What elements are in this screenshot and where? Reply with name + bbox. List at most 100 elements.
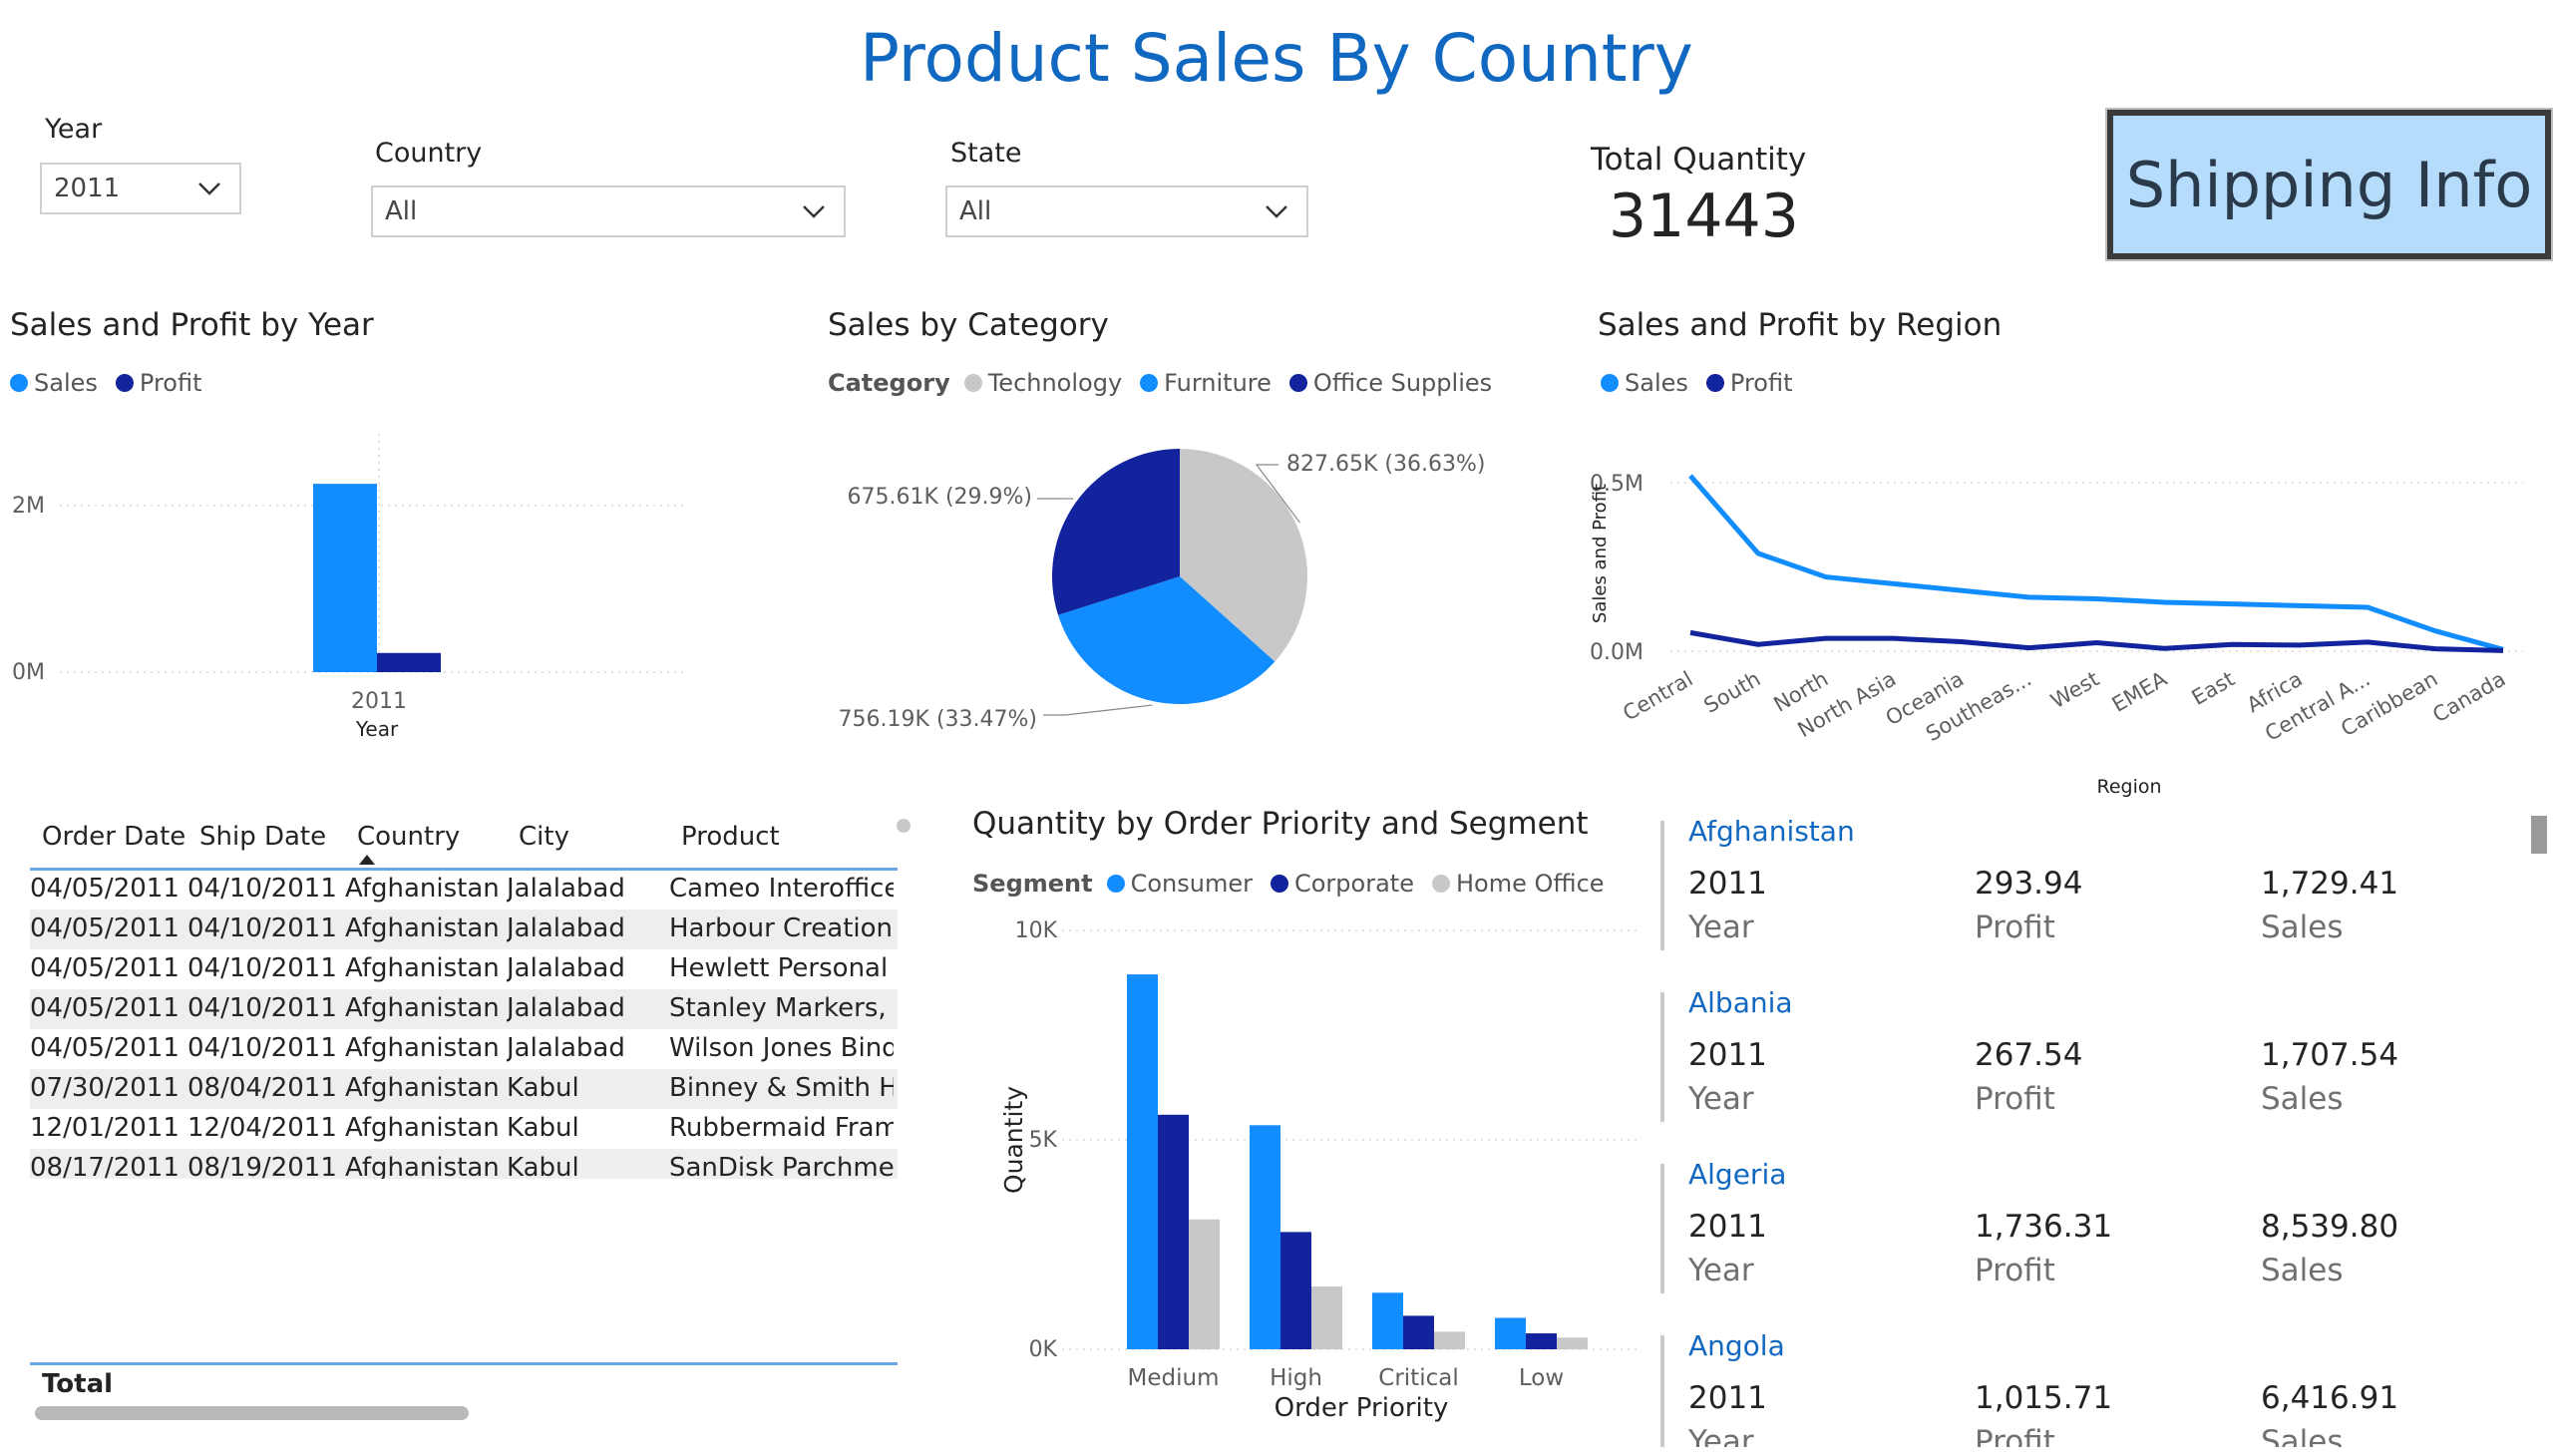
- card-year-value: 2011: [1688, 866, 1767, 902]
- table-cell: Kabul: [507, 1153, 579, 1179]
- table-horizontal-scrollbar[interactable]: [35, 1406, 469, 1420]
- bar-corporate[interactable]: [1526, 1333, 1557, 1349]
- sales-legend-dot: [10, 374, 28, 392]
- card-accent-bar: [1660, 1164, 1664, 1293]
- table-row[interactable]: 12/01/2011 12/04/2011 Afghanistan Kabul Rubb…: [30, 1109, 898, 1149]
- column-header-ship-date[interactable]: Ship Date: [199, 822, 326, 852]
- line-sales[interactable]: [1688, 474, 2504, 652]
- table-row[interactable]: 04/05/2011 04/10/2011 Afghanistan Jalalabad…: [30, 989, 898, 1029]
- legend-item-profit[interactable]: Profit: [115, 369, 202, 397]
- table-cell: 08/04/2011: [187, 1073, 337, 1103]
- table-scroll-indicator[interactable]: [897, 819, 911, 833]
- table-total-row: Total: [30, 1362, 898, 1399]
- card-year-value: 2011: [1688, 1380, 1767, 1416]
- table-row[interactable]: 04/05/2011 04/10/2011 Afghanistan Jalalabad…: [30, 1029, 898, 1069]
- legend-item-furniture[interactable]: Furniture: [1140, 369, 1272, 397]
- bar-profit[interactable]: [377, 652, 441, 672]
- year-dropdown[interactable]: 2011: [40, 163, 241, 214]
- bar-corporate[interactable]: [1280, 1232, 1311, 1349]
- country-dropdown[interactable]: All: [371, 185, 846, 237]
- legend-item-sales[interactable]: Sales: [10, 369, 98, 397]
- legend-item-sales[interactable]: Sales: [1601, 369, 1688, 397]
- card-country-name: Afghanistan: [1688, 815, 1855, 848]
- orders-table: Order Date Ship Date Country City Produc…: [30, 808, 898, 1416]
- bar-consumer[interactable]: [1495, 1317, 1526, 1350]
- bar-consumer[interactable]: [1127, 974, 1158, 1349]
- leader-line: [1043, 704, 1153, 716]
- card-country-name: Algeria: [1688, 1158, 1787, 1191]
- x-tick-label: 2011: [351, 689, 407, 714]
- cards-vertical-scrollbar[interactable]: [2531, 816, 2547, 854]
- bar-sales[interactable]: [313, 484, 377, 672]
- table-row[interactable]: 07/30/2011 08/04/2011 Afghanistan Kabul Binn…: [30, 1069, 898, 1109]
- bar-consumer[interactable]: [1372, 1292, 1403, 1349]
- column-header-city[interactable]: City: [519, 822, 569, 852]
- legend-item-office-supplies[interactable]: Office Supplies: [1288, 369, 1492, 397]
- line-profit[interactable]: [1689, 629, 2504, 653]
- legend-item-corporate[interactable]: Corporate: [1270, 870, 1414, 898]
- priority-chart-legend: Segment Consumer Corporate Home Office: [972, 870, 1623, 898]
- card-year-label: Year: [1688, 910, 1754, 945]
- card-year-value: 2011: [1688, 1209, 1767, 1245]
- x-axis-title: Year: [355, 717, 399, 741]
- sales-legend-dot: [1601, 374, 1619, 392]
- card-sales-label: Sales: [2261, 1253, 2344, 1288]
- legend-item-home-office[interactable]: Home Office: [1431, 870, 1605, 898]
- legend-label-sales: Sales: [34, 369, 98, 397]
- data-label: 675.61K (29.9%): [848, 485, 1032, 510]
- card-sales-value: 1,707.54: [2261, 1037, 2399, 1073]
- table-row[interactable]: 04/05/2011 04/10/2011 Afghanistan Jalalabad…: [30, 949, 898, 989]
- year-chart-title: Sales and Profit by Year: [10, 307, 374, 343]
- card-profit-value: 1,015.71: [1975, 1380, 2113, 1416]
- bar-home-office[interactable]: [1557, 1337, 1588, 1349]
- bar-home-office[interactable]: [1311, 1286, 1342, 1349]
- bar-home-office[interactable]: [1434, 1331, 1465, 1349]
- table-cell: Afghanistan: [345, 993, 500, 1023]
- table-cell: Jalalabad: [507, 874, 625, 904]
- card-accent-bar: [1660, 1335, 1664, 1447]
- card-sales-value: 8,539.80: [2261, 1209, 2399, 1245]
- country-card[interactable]: Algeria 2011 1,736.31 8,539.80 Year Profit Sal…: [1660, 1156, 2508, 1325]
- state-dropdown[interactable]: All: [945, 185, 1308, 237]
- home-office-legend-dot: [1431, 875, 1450, 893]
- country-card[interactable]: Albania 2011 267.54 1,707.54 Year Profit Sales: [1660, 984, 2508, 1154]
- card-sales-value: 6,416.91: [2261, 1380, 2399, 1416]
- legend-item-profit[interactable]: Profit: [1705, 369, 1793, 397]
- table-row[interactable]: 08/17/2011 08/19/2011 Afghanistan Kabul SanD…: [30, 1149, 898, 1179]
- profit-legend-dot: [115, 374, 134, 392]
- sales-by-category-chart: 827.65K (36.63%) 756.19K (33.47%) 675.61K …: [839, 449, 1485, 732]
- bar-consumer[interactable]: [1250, 1125, 1280, 1349]
- table-cell: 12/04/2011: [187, 1113, 337, 1143]
- region-chart-legend: Sales Profit: [1601, 369, 1811, 397]
- table-cell: Afghanistan: [345, 1033, 500, 1063]
- table-row[interactable]: 04/05/2011 04/10/2011 Afghanistan Jalalabad…: [30, 910, 898, 949]
- table-cell: Afghanistan: [345, 1073, 500, 1103]
- card-sales-label: Sales: [2261, 1081, 2344, 1117]
- bar-corporate[interactable]: [1158, 1114, 1189, 1349]
- x-tick-label: South: [1700, 667, 1765, 718]
- furniture-legend-dot: [1140, 374, 1159, 392]
- table-row[interactable]: 04/05/2011 04/10/2011 Afghanistan Jalalabad…: [30, 870, 898, 910]
- legend-item-technology[interactable]: Technology: [963, 369, 1122, 397]
- y-tick-label: 0M: [12, 660, 45, 685]
- column-header-order-date[interactable]: Order Date: [42, 822, 185, 852]
- table-cell: 04/05/2011: [30, 1033, 180, 1063]
- bar-corporate[interactable]: [1403, 1315, 1434, 1349]
- country-card[interactable]: Angola 2011 1,015.71 6,416.91 Year Profit Sale…: [1660, 1327, 2508, 1447]
- bar-home-office[interactable]: [1189, 1219, 1220, 1349]
- chevron-down-icon: [198, 182, 220, 195]
- legend-item-consumer[interactable]: Consumer: [1106, 870, 1253, 898]
- country-card[interactable]: Afghanistan 2011 293.94 1,729.41 Year Profit S…: [1660, 813, 2508, 982]
- card-country-name: Angola: [1688, 1329, 1785, 1362]
- column-header-country[interactable]: Country: [357, 822, 460, 852]
- legend-label-corporate: Corporate: [1293, 870, 1414, 898]
- shipping-info-button[interactable]: Shipping Info: [2105, 108, 2553, 261]
- profit-legend-dot: [1705, 374, 1724, 392]
- year-chart-legend: Sales Profit: [10, 369, 220, 397]
- column-header-product[interactable]: Product: [681, 822, 780, 852]
- x-axis-title: Region: [2096, 776, 2161, 798]
- table-cell: 04/10/2011: [187, 1033, 337, 1063]
- table-cell: 04/05/2011: [30, 874, 180, 904]
- table-cell: Wilson Jones Bind: [669, 1033, 894, 1063]
- table-cell: Harbour Creations: [669, 913, 894, 943]
